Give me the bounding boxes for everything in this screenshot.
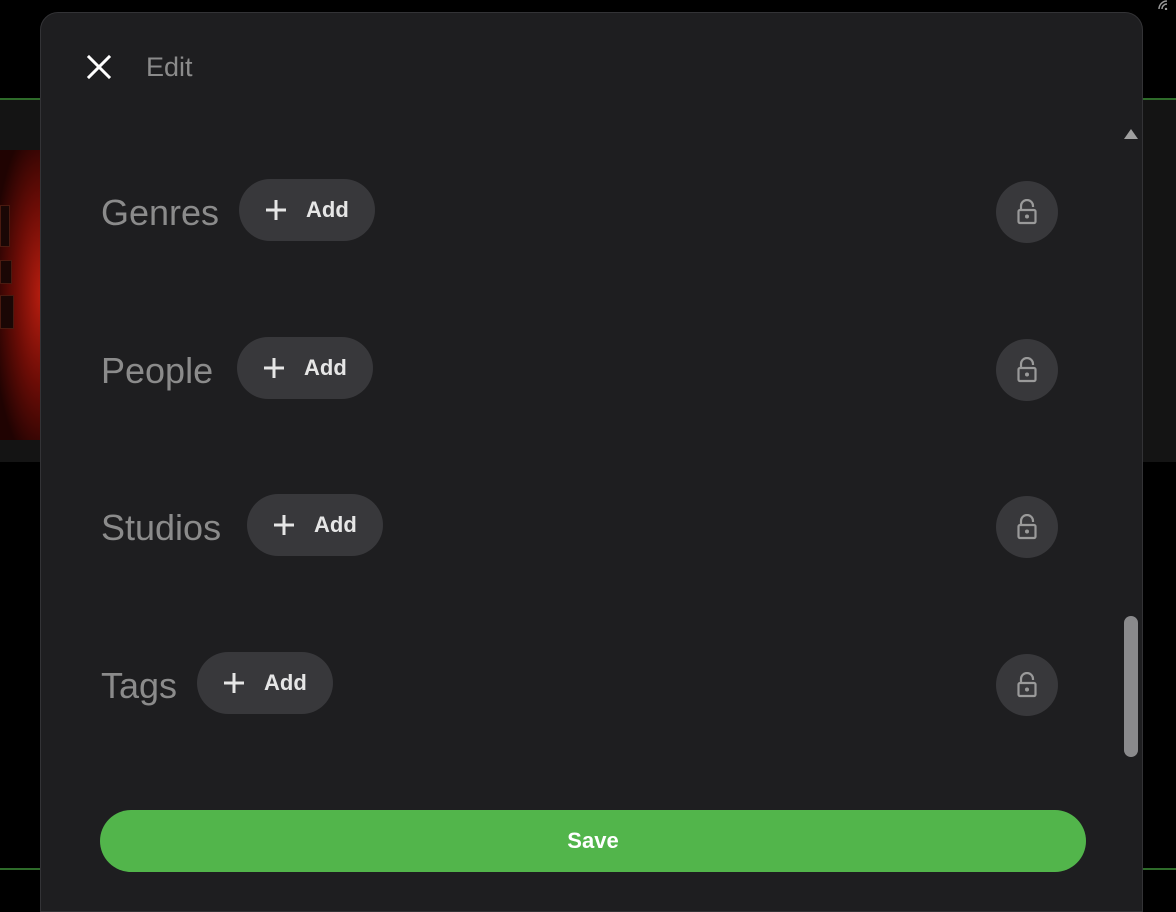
add-tag-label: Add bbox=[264, 670, 307, 695]
tags-lock-button[interactable] bbox=[996, 654, 1058, 716]
add-person-label: Add bbox=[304, 355, 347, 380]
add-tag-button[interactable]: Add bbox=[197, 652, 333, 714]
people-label: People bbox=[101, 350, 214, 391]
genres-label: Genres bbox=[101, 192, 220, 233]
studios-lock-button[interactable] bbox=[996, 496, 1058, 558]
triangle-up-icon bbox=[1124, 129, 1138, 139]
tags-label: Tags bbox=[101, 665, 178, 706]
edit-metadata-dialog: Edit Genres Add People Add Studios Add T… bbox=[40, 12, 1143, 912]
cast-icon bbox=[1158, 0, 1168, 10]
add-genre-label: Add bbox=[306, 197, 349, 222]
save-label: Save bbox=[567, 828, 619, 853]
plus-icon bbox=[222, 671, 246, 695]
dialog-header: Edit bbox=[41, 13, 1142, 113]
genres-lock-button[interactable] bbox=[996, 181, 1058, 243]
plus-icon bbox=[262, 356, 286, 380]
close-icon bbox=[86, 54, 112, 80]
add-genre-button[interactable]: Add bbox=[239, 179, 375, 241]
lock-icon bbox=[1017, 672, 1037, 698]
add-person-button[interactable]: Add bbox=[237, 337, 373, 399]
lock-icon bbox=[1017, 357, 1037, 383]
background-poster-image bbox=[0, 150, 42, 440]
scrollbar-thumb[interactable] bbox=[1124, 616, 1138, 757]
add-studio-label: Add bbox=[314, 512, 357, 537]
scrollbar-up-arrow[interactable] bbox=[1122, 127, 1140, 141]
tags-row: Tags Add bbox=[101, 652, 1059, 716]
genres-row: Genres Add bbox=[101, 179, 1059, 243]
studios-row: Studios Add bbox=[101, 494, 1059, 558]
people-lock-button[interactable] bbox=[996, 339, 1058, 401]
lock-icon bbox=[1017, 199, 1037, 225]
plus-icon bbox=[264, 198, 288, 222]
plus-icon bbox=[272, 513, 296, 537]
dialog-title: Edit bbox=[146, 52, 193, 82]
people-row: People Add bbox=[101, 337, 1059, 401]
close-button[interactable] bbox=[81, 49, 117, 85]
save-button[interactable]: Save bbox=[100, 810, 1086, 872]
add-studio-button[interactable]: Add bbox=[247, 494, 383, 556]
lock-icon bbox=[1017, 514, 1037, 540]
studios-label: Studios bbox=[101, 507, 222, 548]
